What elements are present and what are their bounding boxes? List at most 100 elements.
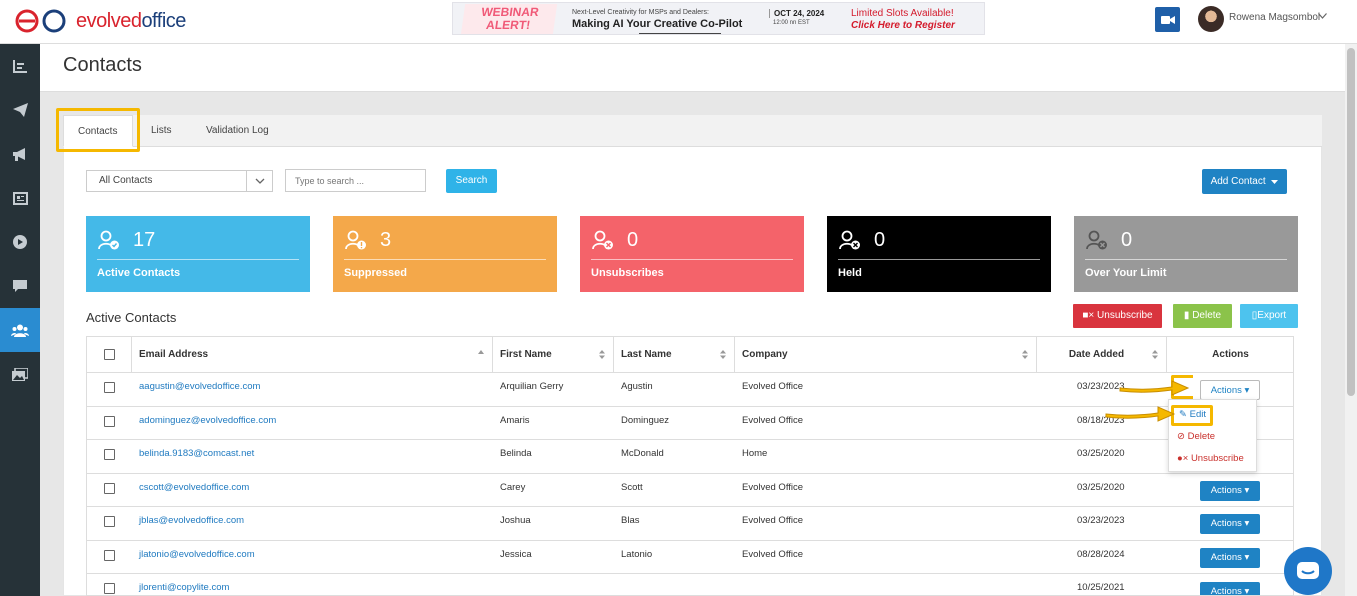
email-link[interactable]: cscott@evolvedoffice.com bbox=[139, 482, 249, 493]
user-remove-icon bbox=[1086, 230, 1107, 250]
sidebar-item-reports[interactable] bbox=[0, 44, 40, 88]
banner-cta[interactable]: Click Here to Register bbox=[851, 20, 955, 31]
last-name: McDonald bbox=[621, 448, 664, 459]
webinar-alert-badge: WEBINAR ALERT! bbox=[460, 4, 558, 34]
actions-button[interactable]: Actions ▾ bbox=[1200, 548, 1260, 568]
row-checkbox[interactable] bbox=[104, 382, 115, 393]
video-button[interactable] bbox=[1155, 7, 1180, 32]
actions-button[interactable]: Actions ▾ bbox=[1200, 481, 1260, 501]
scrollbar-thumb[interactable] bbox=[1347, 48, 1355, 396]
stat-label: Held bbox=[838, 267, 862, 279]
email-link[interactable]: belinda.9183@comcast.net bbox=[139, 448, 254, 459]
menu-item-delete[interactable]: ⊘ Delete bbox=[1177, 431, 1215, 442]
stat-card-suppressed[interactable]: 3 Suppressed bbox=[333, 216, 557, 292]
header-last-name-label: Last Name bbox=[621, 349, 672, 360]
last-name: Blas bbox=[621, 515, 640, 526]
stat-label: Over Your Limit bbox=[1085, 267, 1167, 279]
export-button[interactable]: ▯Export bbox=[1240, 304, 1298, 328]
actions-label: Actions bbox=[1210, 586, 1242, 596]
actions-button[interactable]: Actions ▾ bbox=[1200, 380, 1260, 400]
delete-button[interactable]: ▮ Delete bbox=[1173, 304, 1232, 328]
sidebar-item-messages[interactable] bbox=[0, 264, 40, 308]
stat-value: 0 bbox=[1121, 229, 1133, 251]
user-remove-icon: ■× bbox=[1082, 310, 1095, 321]
row-checkbox[interactable] bbox=[104, 583, 115, 594]
email-link[interactable]: adominguez@evolvedoffice.com bbox=[139, 415, 276, 426]
email-link[interactable]: jblas@evolvedoffice.com bbox=[139, 515, 244, 526]
stat-card-over-limit[interactable]: 0 Over Your Limit bbox=[1074, 216, 1298, 292]
search-button[interactable]: Search bbox=[446, 169, 497, 193]
header-company[interactable]: Company bbox=[735, 337, 1037, 372]
first-name: Carey bbox=[500, 482, 526, 493]
row-checkbox[interactable] bbox=[104, 516, 115, 527]
stat-label: Active Contacts bbox=[97, 267, 181, 279]
actions-button[interactable]: Actions ▾ bbox=[1200, 514, 1260, 534]
banner-subtitle: Next-Level Creativity for MSPs and Deale… bbox=[572, 9, 709, 16]
tab-validation-log[interactable]: Validation Log bbox=[192, 115, 283, 147]
company: Evolved Office bbox=[742, 549, 804, 560]
row-checkbox[interactable] bbox=[104, 483, 115, 494]
stat-card-active[interactable]: 17 Active Contacts bbox=[86, 216, 310, 292]
play-icon bbox=[13, 235, 27, 249]
table-row[interactable]: belinda.9183@comcast.net Belinda McDonal… bbox=[87, 439, 1293, 473]
company: Evolved Office bbox=[742, 482, 804, 493]
stat-label: Unsubscribes bbox=[591, 267, 664, 279]
company: Home bbox=[742, 448, 768, 459]
user-remove-icon bbox=[592, 230, 613, 250]
date-added: 03/25/2020 bbox=[1077, 448, 1125, 459]
sidebar-item-campaigns[interactable] bbox=[0, 88, 40, 132]
evolvedoffice-logo[interactable]: evolvedoffice bbox=[14, 6, 186, 36]
row-checkbox[interactable] bbox=[104, 416, 115, 427]
first-name: Joshua bbox=[500, 515, 531, 526]
webinar-banner[interactable]: WEBINAR ALERT! Next-Level Creativity for … bbox=[452, 2, 985, 35]
user-alert-icon bbox=[345, 230, 366, 250]
actions-button[interactable]: Actions ▾ bbox=[1200, 582, 1260, 596]
menu-item-delete-label: Delete bbox=[1187, 431, 1216, 442]
contact-filter-select[interactable]: All Contacts bbox=[86, 170, 273, 192]
caret-down-icon: ▾ bbox=[1244, 552, 1250, 563]
delete-label: Delete bbox=[1192, 310, 1222, 321]
table-row[interactable]: jlatonio@evolvedoffice.com Jessica Laton… bbox=[87, 540, 1293, 573]
add-contact-button[interactable]: Add Contact bbox=[1202, 169, 1287, 194]
header-email[interactable]: Email Address bbox=[132, 337, 493, 372]
user-name[interactable]: Rowena Magsombol bbox=[1229, 12, 1320, 23]
table-row[interactable]: jlorenti@copylite.com 10/25/2021 Actions… bbox=[87, 573, 1293, 596]
menu-item-unsubscribe[interactable]: ●× Unsubscribe bbox=[1177, 453, 1244, 464]
sidebar-item-media[interactable] bbox=[0, 352, 40, 396]
email-link[interactable]: jlatonio@evolvedoffice.com bbox=[139, 549, 255, 560]
header-date-added[interactable]: Date Added bbox=[1037, 337, 1167, 372]
table-row[interactable]: aagustin@evolvedoffice.com Arquilian Ger… bbox=[87, 372, 1293, 406]
logo-text-office: office bbox=[141, 9, 186, 32]
unsubscribe-button[interactable]: ■× Unsubscribe bbox=[1073, 304, 1162, 328]
table-row[interactable]: cscott@evolvedoffice.com Carey Scott Evo… bbox=[87, 473, 1293, 506]
row-checkbox[interactable] bbox=[104, 550, 115, 561]
section-title: Active Contacts bbox=[86, 310, 177, 325]
top-bar: evolvedoffice WEBINAR ALERT! Next-Level C… bbox=[0, 0, 1357, 44]
table-row[interactable]: jblas@evolvedoffice.com Joshua Blas Evol… bbox=[87, 506, 1293, 540]
header-first-name[interactable]: First Name bbox=[493, 337, 614, 372]
header-select-all[interactable] bbox=[87, 337, 132, 372]
sidebar-item-newsletters[interactable] bbox=[0, 176, 40, 220]
stat-card-held[interactable]: 0 Held bbox=[827, 216, 1051, 292]
search-input[interactable] bbox=[285, 169, 426, 192]
email-link[interactable]: jlorenti@copylite.com bbox=[139, 582, 229, 593]
select-all-checkbox[interactable] bbox=[104, 349, 115, 360]
sidebar-item-announcements[interactable] bbox=[0, 132, 40, 176]
user-check-icon bbox=[98, 230, 119, 250]
header-first-name-label: First Name bbox=[500, 349, 552, 360]
logo-mark-icon bbox=[15, 9, 66, 33]
avatar[interactable] bbox=[1198, 6, 1224, 32]
header-last-name[interactable]: Last Name bbox=[614, 337, 735, 372]
tab-lists[interactable]: Lists bbox=[137, 115, 186, 147]
user-remove-icon: ●× bbox=[1177, 453, 1189, 464]
row-checkbox[interactable] bbox=[104, 449, 115, 460]
chat-widget-button[interactable] bbox=[1284, 547, 1332, 595]
chevron-down-icon[interactable] bbox=[1318, 11, 1327, 22]
header-date-added-label: Date Added bbox=[1068, 349, 1125, 360]
sidebar-item-contacts[interactable] bbox=[0, 308, 40, 352]
email-link[interactable]: aagustin@evolvedoffice.com bbox=[139, 381, 260, 392]
sidebar-item-videos[interactable] bbox=[0, 220, 40, 264]
menu-item-edit[interactable]: ✎ Edit bbox=[1179, 409, 1206, 420]
stat-card-unsubscribes[interactable]: 0 Unsubscribes bbox=[580, 216, 804, 292]
actions-label: Actions bbox=[1210, 518, 1242, 529]
